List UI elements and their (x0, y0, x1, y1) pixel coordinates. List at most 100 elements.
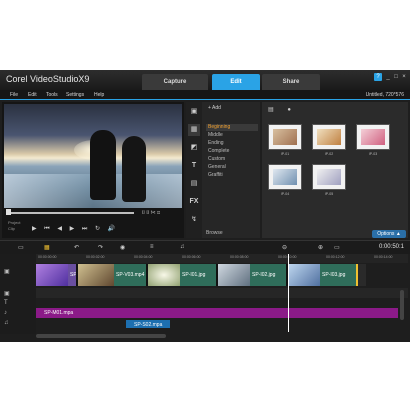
zoom-out-icon[interactable]: ⊖ (282, 244, 287, 251)
clip-thumbnail (36, 264, 68, 286)
category-list: + Add Beginning Middle Ending Complete C… (202, 102, 260, 238)
template-thumb[interactable] (268, 164, 302, 190)
scrubber-handle[interactable] (6, 209, 11, 215)
browse-button[interactable]: Browse (206, 230, 223, 236)
template-thumb[interactable] (312, 124, 346, 150)
tab-capture[interactable]: Capture (142, 74, 208, 90)
mode-labels[interactable]: Project Clip (8, 220, 20, 232)
instant-project-icon[interactable]: ▦ (188, 124, 200, 136)
template-label: IP-04 (280, 192, 290, 196)
clip-label: SP (70, 272, 77, 278)
player-tools[interactable]: ⌷ ⌷ ✂ ⊡ (142, 210, 160, 216)
track-headers: ▣ ▣ T ♪ ♫ (0, 254, 36, 334)
menu-help[interactable]: Help (94, 92, 104, 98)
record-icon[interactable]: ◉ (120, 244, 125, 251)
menu-file[interactable]: File (10, 92, 18, 98)
video-clip[interactable]: SP-I03.jpg (288, 264, 358, 286)
voice-track-icon[interactable]: ♪ (4, 310, 7, 316)
close-button[interactable]: × (400, 73, 408, 81)
sound-clip[interactable]: SP-S02.mpa (126, 320, 170, 328)
scrubber-bar[interactable] (6, 212, 134, 214)
storyboard-view-icon[interactable]: ▭ (18, 244, 24, 251)
transition-icon[interactable]: ◩ (188, 142, 200, 154)
video-track-icon[interactable]: ▣ (4, 268, 10, 275)
auto-music-icon[interactable]: ♫ (180, 244, 185, 250)
clip-label: SP-I03.jpg (322, 272, 346, 278)
player-panel: ⌷ ⌷ ✂ ⊡ Project Clip ▶ ⏮ ◀ ▶ ⏭ ↻ 🔊 (2, 102, 184, 238)
category-beginning[interactable]: Beginning (206, 124, 258, 131)
menu-tools[interactable]: Tools (46, 92, 58, 98)
tab-share[interactable]: Share (262, 74, 320, 90)
clip-thumbnail (78, 264, 114, 286)
library-tools[interactable]: ▤ ● (268, 106, 297, 113)
overlay-track[interactable] (36, 288, 408, 298)
add-label: Add (212, 105, 221, 111)
category-general[interactable]: General (206, 164, 258, 171)
template-label: IP-02 (324, 152, 334, 156)
clip-label: SP-I01.jpg (182, 272, 206, 278)
timecode-display: 0:00:50:1 (378, 244, 404, 250)
template-thumb[interactable] (356, 124, 390, 150)
library-side-toolbar: ▣ ▦ ◩ T ▤ FX ↯ (186, 102, 202, 238)
sound-clip-label: SP-S02.mpa (134, 322, 163, 328)
category-graffiti[interactable]: Graffiti (206, 172, 258, 179)
video-clip[interactable]: SP-I02.jpg (218, 264, 288, 286)
thumb-image (273, 169, 297, 185)
thumb-image (317, 129, 341, 145)
horizontal-scrollbar[interactable] (36, 334, 166, 338)
template-label: IP-01 (280, 152, 290, 156)
tab-edit[interactable]: Edit (212, 74, 260, 90)
graphic-icon[interactable]: ▤ (188, 178, 200, 190)
music-track-icon[interactable]: ♫ (4, 320, 9, 326)
child-silhouette (122, 136, 146, 202)
help-button[interactable]: ? (374, 73, 382, 81)
clip-mode-label[interactable]: Clip (8, 226, 20, 232)
path-icon[interactable]: ↯ (188, 214, 200, 226)
redo-icon[interactable]: ↷ (98, 244, 103, 251)
app-logo: Corel VideoStudioX9 (6, 74, 90, 84)
library-grid: ▤ ● IP-01 IP-02 IP-03 IP-04 IP-05 Option… (262, 102, 408, 238)
template-thumb[interactable] (312, 164, 346, 190)
menu-bar: File Edit Tools Settings Help Untitled, … (0, 90, 410, 100)
playhead[interactable] (288, 254, 289, 332)
media-icon[interactable]: ▣ (188, 106, 200, 118)
timeline-view-icon[interactable]: ▦ (44, 244, 50, 251)
thumb-image (317, 169, 341, 185)
category-middle[interactable]: Middle (206, 132, 258, 139)
timeline-ruler[interactable]: 00:00:00:00 00:00:02:00 00:00:04:00 00:0… (36, 254, 408, 263)
ruler-tick: 00:00:12:00 (326, 255, 345, 259)
overlay-track-icon[interactable]: ▣ (4, 290, 10, 297)
title-track-icon[interactable]: T (4, 300, 8, 306)
video-clip[interactable]: SP-V03.mp4 (78, 264, 148, 286)
video-track: SP SP-V03.mp4 SP-I01.jpg SP-I02.jpg SP-I… (36, 264, 366, 286)
menu-settings[interactable]: Settings (66, 92, 84, 98)
clip-thumbnail (218, 264, 250, 286)
menu-edit[interactable]: Edit (28, 92, 37, 98)
category-custom[interactable]: Custom (206, 156, 258, 163)
vertical-scrollbar[interactable] (400, 290, 404, 320)
fx-icon[interactable]: FX (188, 196, 200, 208)
fit-icon[interactable]: ▭ (334, 244, 340, 251)
add-button[interactable]: + Add (208, 105, 221, 111)
category-complete[interactable]: Complete (206, 148, 258, 155)
title-bar: Corel VideoStudioX9 Capture Edit Share ?… (0, 70, 410, 90)
thumb-image (273, 129, 297, 145)
video-clip[interactable]: SP-I01.jpg (148, 264, 218, 286)
title-icon[interactable]: T (188, 160, 200, 172)
template-label: IP-05 (324, 192, 334, 196)
clip-label: SP-I02.jpg (252, 272, 276, 278)
options-button[interactable]: Options ▲ (372, 230, 406, 238)
music-clip[interactable]: SP-M01.mpa (36, 308, 398, 318)
thumb-image (361, 129, 385, 145)
video-clip[interactable]: SP (36, 264, 78, 286)
transport-controls[interactable]: ▶ ⏮ ◀ ▶ ⏭ ↻ 🔊 (32, 225, 118, 233)
mixer-icon[interactable]: ≡ (150, 244, 154, 250)
minimize-button[interactable]: _ (384, 73, 392, 81)
category-ending[interactable]: Ending (206, 140, 258, 147)
zoom-in-icon[interactable]: ⊕ (318, 244, 323, 251)
ruler-tick: 00:00:02:00 (86, 255, 105, 259)
undo-icon[interactable]: ↶ (74, 244, 79, 251)
maximize-button[interactable]: □ (392, 73, 400, 81)
music-clip-label: SP-M01.mpa (44, 310, 74, 316)
template-thumb[interactable] (268, 124, 302, 150)
